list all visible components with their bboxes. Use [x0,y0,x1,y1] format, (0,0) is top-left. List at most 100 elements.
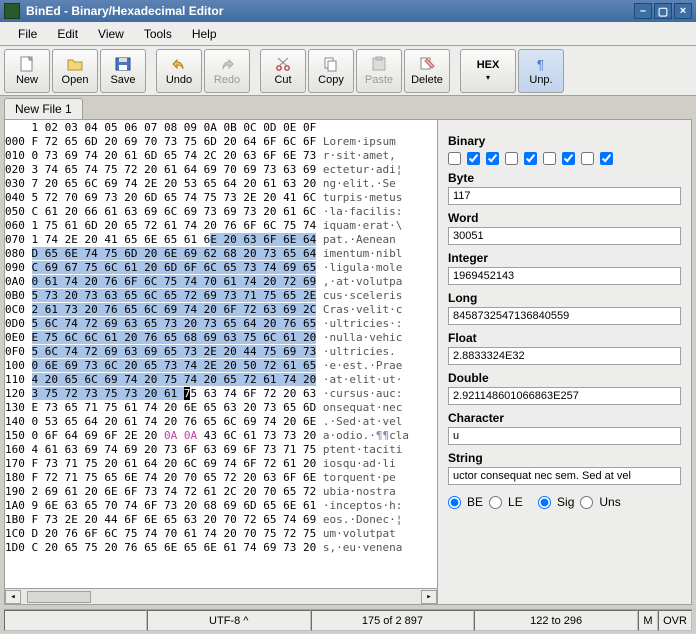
scroll-left-button[interactable]: ◂ [5,590,21,604]
binary-bit-checkbox[interactable] [562,152,575,165]
binary-bit-checkbox[interactable] [467,152,480,165]
float-field[interactable] [448,347,681,365]
copy-icon [322,56,340,72]
binary-bit-checkbox[interactable] [448,152,461,165]
hex-row[interactable]: 0A0 0 61 74 20 76 6F 6C 75 74 70 61 74 2… [5,275,437,289]
integer-field[interactable] [448,267,681,285]
content-area: 1 02 03 04 05 06 07 08 09 0A 0B 0C 0D 0E… [4,119,692,605]
hex-row[interactable]: 090 C 69 67 75 6C 61 20 6D 6F 6C 65 73 7… [5,261,437,275]
hex-row[interactable]: 040 5 72 70 69 73 20 6D 65 74 75 73 2E 2… [5,191,437,205]
hex-row[interactable]: 130 E 73 65 71 75 61 74 20 6E 65 63 20 7… [5,401,437,415]
le-radio[interactable] [489,496,502,509]
hex-row[interactable]: 1C0 D 20 76 6F 6C 75 74 70 61 74 20 70 7… [5,527,437,541]
long-label: Long [448,291,681,305]
endian-sign-radios: BE LE Sig Uns [448,495,681,509]
hex-row[interactable]: 000 F 72 65 6D 20 69 70 73 75 6D 20 64 6… [5,135,437,149]
hex-row[interactable]: 190 2 69 61 20 6E 6F 73 74 72 61 2C 20 7… [5,485,437,499]
app-icon [4,3,20,19]
unp-button[interactable]: ¶Unp. [518,49,564,93]
word-field[interactable] [448,227,681,245]
status-mode[interactable]: M [638,610,658,631]
hex-row[interactable]: 0E0 E 75 6C 6C 61 20 76 65 68 69 63 75 6… [5,331,437,345]
save-button[interactable]: Save [100,49,146,93]
undo-button[interactable]: Undo [156,49,202,93]
hex-row[interactable]: 020 3 74 65 74 75 72 20 61 64 69 70 69 7… [5,163,437,177]
word-label: Word [448,211,681,225]
menu-help[interactable]: Help [182,25,227,43]
hex-row[interactable]: 0C0 2 61 73 20 76 65 6C 69 74 20 6F 72 6… [5,303,437,317]
status-ovr[interactable]: OVR [658,610,692,631]
hex-row[interactable]: 030 7 20 65 6C 69 74 2E 20 53 65 64 20 6… [5,177,437,191]
float-label: Float [448,331,681,345]
hex-row[interactable]: 140 0 53 65 64 20 61 74 20 76 65 6C 69 7… [5,415,437,429]
file-icon [18,56,36,72]
tab-file[interactable]: New File 1 [4,98,83,119]
scroll-thumb[interactable] [27,591,91,603]
binary-bit-checkbox[interactable] [486,152,499,165]
status-position: 175 of 2 897 [311,610,475,631]
delete-button[interactable]: Delete [404,49,450,93]
hex-dropdown[interactable]: HEX▾ [460,49,516,93]
close-button[interactable]: × [674,3,692,19]
menu-edit[interactable]: Edit [47,25,88,43]
double-field[interactable] [448,387,681,405]
long-field[interactable] [448,307,681,325]
hex-body[interactable]: 000 F 72 65 6D 20 69 70 73 75 6D 20 64 6… [5,135,437,555]
paste-button[interactable]: Paste [356,49,402,93]
binary-bit-checkbox[interactable] [543,152,556,165]
hex-row[interactable]: 0F0 5 6C 74 72 69 63 69 65 73 2E 20 44 7… [5,345,437,359]
hex-row[interactable]: 1B0 F 73 2E 20 44 6F 6E 65 63 20 70 72 6… [5,513,437,527]
horizontal-scrollbar[interactable]: ◂ ▸ [5,588,437,604]
menu-view[interactable]: View [88,25,134,43]
hex-row[interactable]: 070 1 74 2E 20 41 65 6E 65 61 6E 20 63 6… [5,233,437,247]
byte-field[interactable] [448,187,681,205]
hex-row[interactable]: 0B0 5 73 20 73 63 65 6C 65 72 69 73 71 7… [5,289,437,303]
maximize-button[interactable]: ▢ [654,3,672,19]
binary-bit-checkbox[interactable] [600,152,613,165]
be-radio[interactable] [448,496,461,509]
hex-row[interactable]: 1A0 9 6E 63 65 70 74 6F 73 20 68 69 6D 6… [5,499,437,513]
minimize-button[interactable]: – [634,3,652,19]
disk-icon [114,56,132,72]
chevron-down-icon: ▾ [486,73,490,82]
integer-label: Integer [448,251,681,265]
scroll-right-button[interactable]: ▸ [421,590,437,604]
hex-row[interactable]: 180 F 72 71 75 65 6E 74 20 70 65 72 20 6… [5,471,437,485]
hex-row[interactable]: 120 3 75 72 73 75 73 20 61 75 63 74 6F 7… [5,387,437,401]
hex-row[interactable]: 010 0 73 69 74 20 61 6D 65 74 2C 20 63 6… [5,149,437,163]
hex-row[interactable]: 050 C 61 20 66 61 63 69 6C 69 73 69 73 2… [5,205,437,219]
scissors-icon [274,56,292,72]
sig-radio[interactable] [538,496,551,509]
string-field[interactable] [448,467,681,485]
binary-label: Binary [448,134,681,148]
menubar: File Edit View Tools Help [0,22,696,46]
uns-radio[interactable] [580,496,593,509]
redo-button[interactable]: Redo [204,49,250,93]
byte-label: Byte [448,171,681,185]
character-field[interactable] [448,427,681,445]
menu-tools[interactable]: Tools [134,25,182,43]
hex-row[interactable]: 110 4 20 65 6C 69 74 20 75 74 20 65 72 6… [5,373,437,387]
hex-row[interactable]: 160 4 61 63 69 74 69 20 73 6F 63 69 6F 7… [5,443,437,457]
binary-bit-checkbox[interactable] [524,152,537,165]
open-button[interactable]: Open [52,49,98,93]
new-button[interactable]: New [4,49,50,93]
hex-row[interactable]: 150 0 6F 64 69 6F 2E 20 0A 0A 43 6C 61 7… [5,429,437,443]
hex-row[interactable]: 060 1 75 61 6D 20 65 72 61 74 20 76 6F 6… [5,219,437,233]
hex-editor[interactable]: 1 02 03 04 05 06 07 08 09 0A 0B 0C 0D 0E… [5,120,437,604]
hex-row[interactable]: 170 F 73 71 75 20 61 64 20 6C 69 74 6F 7… [5,457,437,471]
undo-icon [170,56,188,72]
hex-row[interactable]: 100 0 6E 69 73 6C 20 65 73 74 2E 20 50 7… [5,359,437,373]
binary-bit-checkbox[interactable] [505,152,518,165]
binary-bit-checkbox[interactable] [581,152,594,165]
hex-row[interactable]: 080 D 65 6E 74 75 6D 20 6E 69 62 68 20 7… [5,247,437,261]
delete-icon [418,56,436,72]
menu-file[interactable]: File [8,25,47,43]
status-encoding[interactable]: UTF-8 ^ [147,610,311,631]
cut-button[interactable]: Cut [260,49,306,93]
hex-row[interactable]: 1D0 C 20 65 75 20 76 65 6E 65 6E 61 74 6… [5,541,437,555]
titlebar: BinEd - Binary/Hexadecimal Editor – ▢ × [0,0,696,22]
hex-row[interactable]: 0D0 5 6C 74 72 69 63 65 73 20 73 65 64 2… [5,317,437,331]
copy-button[interactable]: Copy [308,49,354,93]
pilcrow-icon: ¶ [532,56,550,72]
